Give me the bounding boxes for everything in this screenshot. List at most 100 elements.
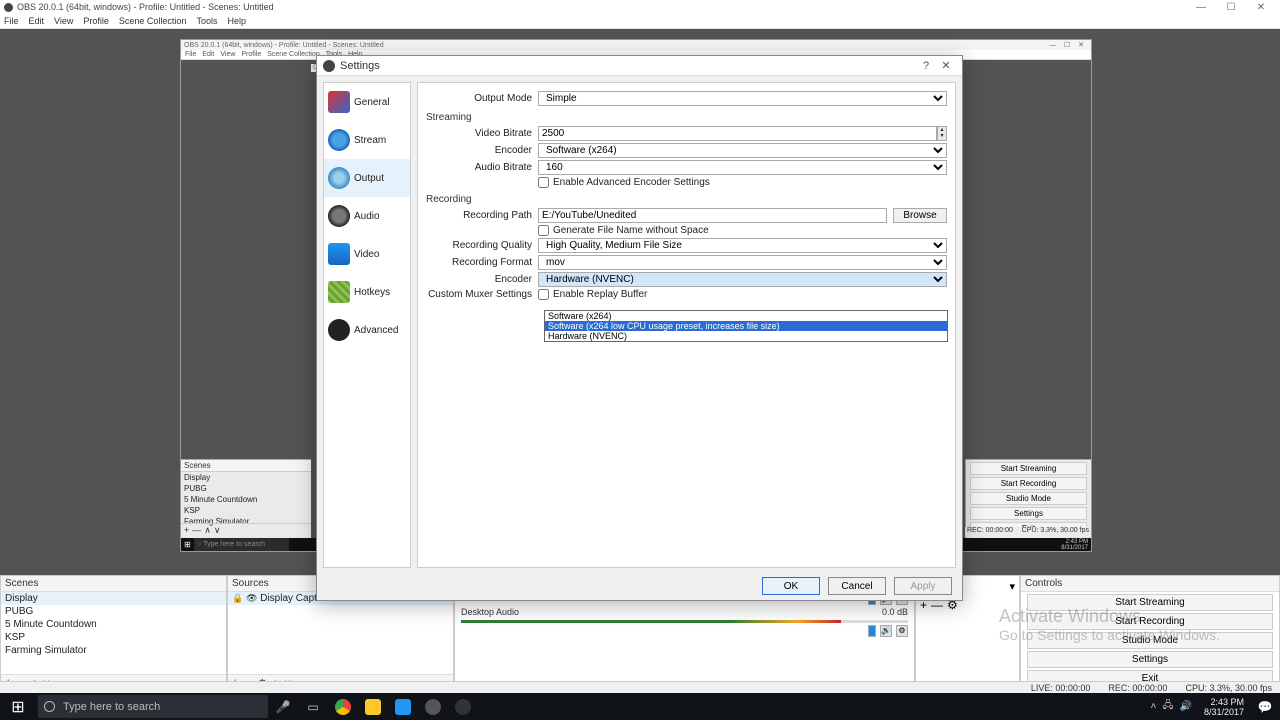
cancel-button[interactable]: Cancel: [828, 577, 886, 595]
scenes-header: Scenes: [1, 576, 226, 592]
nav-output[interactable]: Output: [324, 159, 410, 197]
close-button[interactable]: ✕: [1246, 2, 1276, 13]
status-cpu: CPU: 3.3%, 30.00 fps: [1185, 683, 1272, 693]
status-rec: REC: 00:00:00: [1108, 683, 1167, 693]
section-streaming: Streaming: [426, 112, 947, 123]
replay-buffer-checkbox[interactable]: Enable Replay Buffer: [538, 289, 947, 300]
inner-titlebar: OBS 20.0.1 (64bit, windows) - Profile: U…: [181, 40, 1091, 50]
encoder-option[interactable]: Hardware (NVENC): [545, 331, 947, 341]
menu-edit[interactable]: Edit: [29, 16, 45, 26]
scene-item[interactable]: Display: [1, 592, 226, 605]
nav-general[interactable]: General: [324, 83, 410, 121]
controls-panel: Controls Start Streaming Start Recording…: [1020, 575, 1280, 693]
task-view-icon[interactable]: ▭: [298, 693, 328, 720]
audio-settings-icon[interactable]: ⚙: [896, 625, 908, 637]
search-placeholder: Type here to search: [63, 701, 160, 713]
enable-advanced-checkbox[interactable]: Enable Advanced Encoder Settings: [538, 177, 947, 188]
app-icon[interactable]: [418, 693, 448, 720]
titlebar: OBS 20.0.1 (64bit, windows) - Profile: U…: [0, 0, 1280, 14]
visibility-icon[interactable]: [246, 593, 257, 604]
volume-icon[interactable]: 🔊: [1180, 701, 1192, 712]
taskbar-clock[interactable]: 2:43 PM 8/31/2017: [1198, 697, 1250, 717]
settings-dialog: Settings ? ✕ General Stream Output Audio…: [316, 55, 963, 601]
inner-max-icon: ☐: [1060, 41, 1074, 49]
inner-scenes-toolbar: +—∧∨: [181, 523, 311, 537]
encoder-option[interactable]: Software (x264): [545, 311, 947, 321]
inner-settings: Settings: [970, 507, 1087, 520]
nav-audio[interactable]: Audio: [324, 197, 410, 235]
recording-encoder-label: Encoder: [426, 274, 538, 285]
audio-bitrate-select[interactable]: 160: [538, 160, 947, 175]
scenes-panel: Scenes Display PUBG 5 Minute Countdown K…: [0, 575, 227, 693]
menubar: File Edit View Profile Scene Collection …: [0, 14, 1280, 29]
start-button[interactable]: ⊞: [0, 693, 36, 720]
menu-profile[interactable]: Profile: [83, 16, 109, 26]
nav-video[interactable]: Video: [324, 235, 410, 273]
start-recording-button[interactable]: Start Recording: [1027, 613, 1273, 630]
scene-item[interactable]: PUBG: [1, 605, 226, 618]
obs-taskbar-icon[interactable]: [448, 693, 478, 720]
system-tray[interactable]: ˄ 🖧 🔊: [1151, 698, 1198, 715]
inner-scene-item: PUBG: [181, 483, 311, 494]
minimize-button[interactable]: —: [1186, 2, 1216, 13]
mute-icon[interactable]: 🔊: [880, 625, 892, 637]
taskbar-search[interactable]: Type here to search: [38, 695, 268, 718]
inner-window-title: OBS 20.0.1 (64bit, windows) - Profile: U…: [184, 42, 384, 49]
nav-advanced[interactable]: Advanced: [324, 311, 410, 349]
menu-scene-collection[interactable]: Scene Collection: [119, 16, 187, 26]
recording-encoder-select[interactable]: Hardware (NVENC): [538, 272, 947, 287]
video-bitrate-input[interactable]: [538, 126, 937, 141]
studio-mode-button[interactable]: Studio Mode: [1027, 632, 1273, 649]
maximize-button[interactable]: ☐: [1216, 2, 1246, 13]
sources-list[interactable]: Display Capture: [228, 592, 453, 674]
output-mode-label: Output Mode: [426, 93, 538, 104]
network-icon[interactable]: 🖧: [1162, 698, 1173, 715]
audio-meter: [461, 620, 908, 623]
action-center-icon[interactable]: 💬: [1250, 693, 1280, 720]
scene-item[interactable]: Farming Simulator: [1, 644, 226, 657]
menu-help[interactable]: Help: [227, 16, 246, 26]
browse-button[interactable]: Browse: [893, 208, 947, 223]
spinner-icon[interactable]: ▴▾: [937, 126, 947, 141]
encoder-option[interactable]: Software (x264 low CPU usage preset, inc…: [545, 321, 947, 331]
menu-file[interactable]: File: [4, 16, 19, 26]
generate-filename-checkbox[interactable]: Generate File Name without Space: [538, 225, 947, 236]
ok-button[interactable]: OK: [762, 577, 820, 595]
output-mode-select[interactable]: Simple: [538, 91, 947, 106]
inner-scene-item: 5 Minute Countdown: [181, 494, 311, 505]
audio-bitrate-label: Audio Bitrate: [426, 162, 538, 173]
nav-stream[interactable]: Stream: [324, 121, 410, 159]
inner-search: ○ Type here to search: [194, 538, 289, 551]
nav-hotkeys[interactable]: Hotkeys: [324, 273, 410, 311]
inner-start-icon: ⊞: [181, 538, 194, 551]
stream-encoder-select[interactable]: Software (x264): [538, 143, 947, 158]
menu-tools[interactable]: Tools: [196, 16, 217, 26]
apply-button[interactable]: Apply: [894, 577, 952, 595]
lock-icon[interactable]: [232, 593, 243, 604]
audio-label: Desktop Audio: [461, 607, 519, 617]
chrome-icon[interactable]: [328, 693, 358, 720]
recording-quality-select[interactable]: High Quality, Medium File Size: [538, 238, 947, 253]
settings-button[interactable]: Settings: [1027, 651, 1273, 668]
recording-format-label: Recording Format: [426, 257, 538, 268]
cortana-mic-icon[interactable]: 🎤: [268, 693, 298, 720]
volume-slider[interactable]: [868, 625, 876, 637]
menu-view[interactable]: View: [54, 16, 73, 26]
window-title: OBS 20.0.1 (64bit, windows) - Profile: U…: [17, 2, 1186, 12]
encoder-dropdown-list[interactable]: Software (x264) Software (x264 low CPU u…: [544, 310, 948, 342]
help-button[interactable]: ?: [916, 60, 936, 72]
recording-path-label: Recording Path: [426, 210, 538, 221]
settings-close-button[interactable]: ✕: [936, 59, 956, 72]
inner-scenes-header: Scenes: [181, 460, 311, 472]
start-streaming-button[interactable]: Start Streaming: [1027, 594, 1273, 611]
scene-item[interactable]: 5 Minute Countdown: [1, 618, 226, 631]
store-icon[interactable]: [388, 693, 418, 720]
scene-item[interactable]: KSP: [1, 631, 226, 644]
file-explorer-icon[interactable]: [358, 693, 388, 720]
tray-chevron-icon[interactable]: ˄: [1151, 701, 1157, 712]
recording-format-select[interactable]: mov: [538, 255, 947, 270]
scenes-list[interactable]: Display PUBG 5 Minute Countdown KSP Farm…: [1, 592, 226, 674]
transition-dropdown-icon[interactable]: ▾: [1009, 580, 1015, 593]
recording-path-input[interactable]: [538, 208, 887, 223]
search-icon: [44, 701, 55, 712]
